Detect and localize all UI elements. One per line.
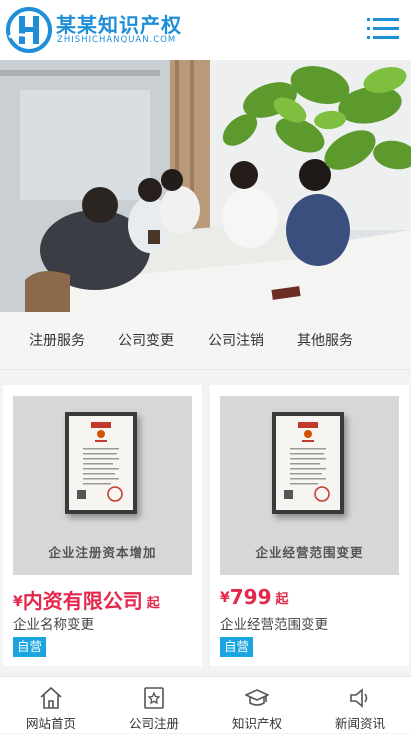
price-suffix: 起	[146, 596, 160, 611]
bottom-nav-label: 知识产权	[231, 716, 282, 731]
menu-button[interactable]	[367, 14, 399, 44]
business-license-frame	[272, 412, 344, 514]
product-name[interactable]: 企业经营范围变更	[220, 613, 328, 633]
bottom-nav-label: 网站首页	[25, 716, 76, 731]
logo-icon[interactable]	[6, 7, 52, 53]
home-icon	[40, 686, 62, 709]
logo-subtitle: ZHISHICHANQUAN.COM	[57, 35, 177, 45]
product-name[interactable]: 企业名称变更	[13, 613, 94, 633]
graduation-cap-icon	[245, 689, 269, 706]
price-value: 内资有限公司	[22, 589, 143, 613]
subnav-item-other-services[interactable]: 其他服务	[297, 330, 353, 350]
price-value: 799	[229, 585, 272, 609]
product-image-caption: 企业经营范围变更	[255, 545, 364, 560]
self-operated-badge: 自营	[220, 637, 254, 657]
logo-title[interactable]: 某某知识产权	[56, 9, 182, 38]
bottom-nav-company-registration[interactable]: 公司注册	[103, 677, 205, 734]
product-price: ¥内资有限公司起	[13, 585, 160, 614]
product-image[interactable]: 企业注册资本增加	[13, 396, 192, 575]
business-license-icon	[77, 422, 123, 502]
business-license-frame	[65, 412, 137, 514]
bottom-nav-intellectual-property[interactable]: 知识产权	[206, 677, 308, 734]
subnav-item-company-change[interactable]: 公司变更	[118, 330, 174, 350]
price-currency-symbol: ¥	[13, 594, 23, 610]
business-license-icon	[284, 422, 330, 502]
banner-image[interactable]	[0, 60, 411, 312]
product-image-caption: 企业注册资本增加	[48, 545, 157, 560]
product-card[interactable]: 企业经营范围变更 ¥799 起 企业经营范围变更 自营	[210, 385, 409, 666]
subnav-item-registration[interactable]: 注册服务	[29, 330, 85, 350]
product-price: ¥799 起	[220, 585, 289, 609]
product-image[interactable]: 企业经营范围变更	[220, 396, 399, 575]
speaker-icon	[350, 688, 368, 708]
site-header: 某某知识产权 ZHISHICHANQUAN.COM	[0, 0, 411, 60]
bottom-nav-label: 新闻资讯	[334, 716, 385, 731]
product-card[interactable]: 企业注册资本增加 ¥内资有限公司起 企业名称变更 自营	[3, 385, 202, 666]
bottom-nav-news[interactable]: 新闻资讯	[309, 677, 411, 734]
star-badge-icon	[144, 687, 164, 709]
subnav-item-company-cancellation[interactable]: 公司注销	[208, 330, 264, 350]
service-subnav: 注册服务 公司变更 公司注销 其他服务	[0, 312, 411, 370]
price-currency-symbol: ¥	[220, 590, 230, 606]
bottom-nav-label: 公司注册	[128, 716, 179, 731]
hamburger-menu-icon	[367, 18, 399, 39]
price-suffix: 起	[275, 592, 289, 607]
bottom-nav: 网站首页 公司注册 知识产权 新闻资讯	[0, 676, 411, 733]
self-operated-badge: 自营	[13, 637, 47, 657]
bottom-nav-home[interactable]: 网站首页	[0, 677, 102, 734]
